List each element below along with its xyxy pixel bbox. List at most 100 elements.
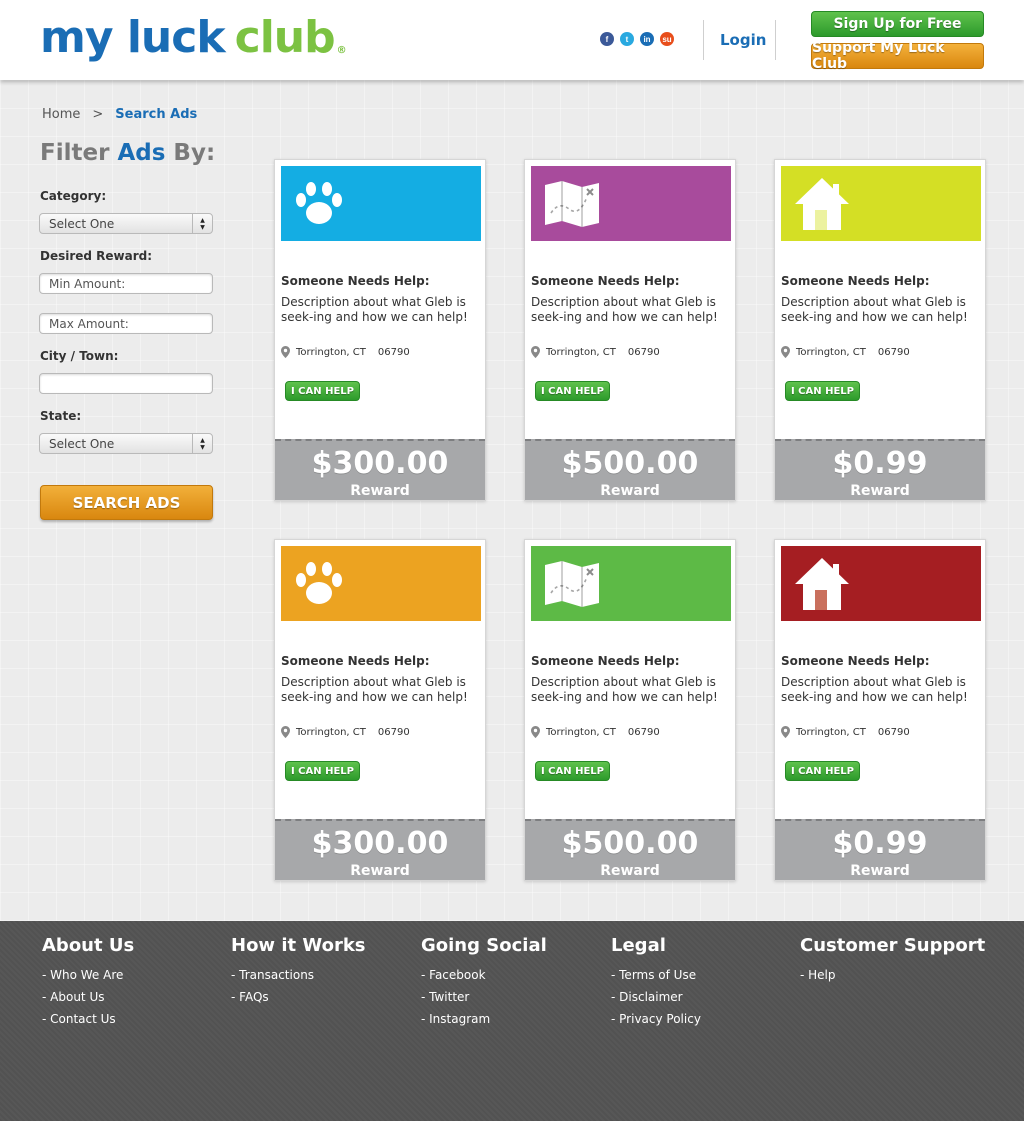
min-amount-input[interactable]: Min Amount: xyxy=(39,273,213,294)
location-pin-icon xyxy=(281,346,290,358)
i-can-help-button[interactable]: I CAN HELP xyxy=(785,381,860,401)
footer-heading: About Us xyxy=(42,935,135,956)
location-pin-icon xyxy=(781,726,790,738)
ad-card-heading: Someone Needs Help: xyxy=(281,274,430,288)
footer-link-twitter[interactable]: - Twitter xyxy=(421,986,547,1008)
ad-card-amount: $300.00 xyxy=(311,446,449,481)
ad-card-zip: 06790 xyxy=(877,346,910,358)
ad-card-location: Torrington, CT 06790 xyxy=(781,726,910,738)
ad-card-city: Torrington, CT xyxy=(796,726,866,738)
login-link[interactable]: Login xyxy=(720,31,766,49)
breadcrumb-home-link[interactable]: Home xyxy=(42,107,80,122)
logo-text-primary: my luck xyxy=(40,12,226,63)
site-logo[interactable]: my luck club ® xyxy=(40,12,347,68)
filter-title: Filter Ads By: xyxy=(40,140,215,166)
footer-link-faqs[interactable]: - FAQs xyxy=(231,986,366,1008)
i-can-help-button[interactable]: I CAN HELP xyxy=(785,761,860,781)
breadcrumb: Home > Search Ads xyxy=(42,107,197,122)
ad-card-description: Description about what Gleb is seek-ing … xyxy=(281,675,468,704)
location-pin-icon xyxy=(531,726,540,738)
ad-card-reward-label: Reward xyxy=(600,483,660,499)
ad-card[interactable]: Someone Needs Help: Description about wha… xyxy=(524,159,736,501)
i-can-help-button[interactable]: I CAN HELP xyxy=(535,761,610,781)
ad-card-image xyxy=(281,546,481,621)
stumbleupon-icon[interactable]: su xyxy=(660,32,674,46)
footer-link-help[interactable]: - Help xyxy=(800,964,985,986)
i-can-help-button[interactable]: I CAN HELP xyxy=(285,761,360,781)
ad-card-amount: $500.00 xyxy=(561,446,699,481)
i-can-help-button[interactable]: I CAN HELP xyxy=(285,381,360,401)
ad-card-city: Torrington, CT xyxy=(796,346,866,358)
ad-card-location: Torrington, CT 06790 xyxy=(781,346,910,358)
footer-link-who-we-are[interactable]: - Who We Are xyxy=(42,964,134,986)
ad-card-reward: $0.99 Reward xyxy=(775,439,985,500)
select-arrows-icon: ▲ ▼ xyxy=(192,434,212,453)
ad-card-location: Torrington, CT 06790 xyxy=(531,726,660,738)
search-ads-button[interactable]: SEARCH ADS xyxy=(40,485,213,520)
ad-card-location: Torrington, CT 06790 xyxy=(531,346,660,358)
ad-card-reward: $300.00 Reward xyxy=(275,819,485,880)
city-input[interactable] xyxy=(39,373,213,394)
linkedin-icon[interactable]: in xyxy=(640,32,654,46)
ad-card[interactable]: Someone Needs Help: Description about wha… xyxy=(774,539,986,881)
header-divider xyxy=(775,20,776,60)
header-divider xyxy=(703,20,704,60)
ad-card-city: Torrington, CT xyxy=(546,726,616,738)
ad-card-city: Torrington, CT xyxy=(546,346,616,358)
ad-card-amount: $0.99 xyxy=(832,826,928,861)
ad-card-zip: 06790 xyxy=(627,346,660,358)
paw-icon xyxy=(293,178,345,230)
ad-card-description: Description about what Gleb is seek-ing … xyxy=(781,295,968,324)
signup-button[interactable]: Sign Up for Free xyxy=(811,11,984,37)
footer-link-privacy[interactable]: - Privacy Policy xyxy=(611,1008,701,1030)
footer-heading: Legal xyxy=(611,935,666,956)
footer-link-about-us[interactable]: - About Us xyxy=(42,986,134,1008)
ad-card-heading: Someone Needs Help: xyxy=(781,654,930,668)
footer-link-transactions[interactable]: - Transactions xyxy=(231,964,366,986)
ad-card[interactable]: Someone Needs Help: Description about wha… xyxy=(274,159,486,501)
ad-card-reward-label: Reward xyxy=(350,863,410,879)
ad-card-zip: 06790 xyxy=(377,726,410,738)
house-icon xyxy=(793,556,851,612)
ad-card[interactable]: Someone Needs Help: Description about wha… xyxy=(774,159,986,501)
location-pin-icon xyxy=(531,346,540,358)
ad-card-amount: $0.99 xyxy=(832,446,928,481)
house-icon xyxy=(793,176,851,232)
footer-link-facebook[interactable]: - Facebook xyxy=(421,964,547,986)
map-icon xyxy=(543,179,601,229)
ad-card-description: Description about what Gleb is seek-ing … xyxy=(281,295,468,324)
breadcrumb-separator: > xyxy=(92,107,104,122)
footer-col-legal: Legal - Terms of Use - Disclaimer - Priv… xyxy=(611,935,701,1030)
state-select-value: Select One xyxy=(49,436,115,451)
facebook-icon[interactable]: f xyxy=(600,32,614,46)
ad-card-heading: Someone Needs Help: xyxy=(781,274,930,288)
footer-link-terms[interactable]: - Terms of Use xyxy=(611,964,701,986)
select-arrows-icon: ▲ ▼ xyxy=(192,214,212,233)
ad-card[interactable]: Someone Needs Help: Description about wha… xyxy=(274,539,486,881)
state-label: State: xyxy=(40,409,82,423)
max-amount-input[interactable]: Max Amount: xyxy=(39,313,213,334)
location-pin-icon xyxy=(781,346,790,358)
support-button[interactable]: Support My Luck Club xyxy=(811,40,984,72)
category-select[interactable]: Select One ▲ ▼ xyxy=(39,213,213,234)
ad-card-description: Description about what Gleb is seek-ing … xyxy=(531,675,718,704)
ad-card-city: Torrington, CT xyxy=(296,726,366,738)
ad-card-heading: Someone Needs Help: xyxy=(531,654,680,668)
ad-card-zip: 06790 xyxy=(627,726,660,738)
footer-link-contact-us[interactable]: - Contact Us xyxy=(42,1008,134,1030)
state-select[interactable]: Select One ▲ ▼ xyxy=(39,433,213,454)
footer-col-about: About Us - Who We Are - About Us - Conta… xyxy=(42,935,134,1030)
logo-registered-mark: ® xyxy=(336,45,347,56)
ad-card-amount: $500.00 xyxy=(561,826,699,861)
ad-card[interactable]: Someone Needs Help: Description about wha… xyxy=(524,539,736,881)
ad-card-location: Torrington, CT 06790 xyxy=(281,726,410,738)
footer-link-disclaimer[interactable]: - Disclaimer xyxy=(611,986,701,1008)
site-header: my luck club ® f t in su Login Sign Up f… xyxy=(0,0,1024,80)
ad-card-image xyxy=(781,546,981,621)
footer-link-instagram[interactable]: - Instagram xyxy=(421,1008,547,1030)
i-can-help-button[interactable]: I CAN HELP xyxy=(535,381,610,401)
twitter-icon[interactable]: t xyxy=(620,32,634,46)
category-label: Category: xyxy=(40,189,107,203)
ad-card-reward-label: Reward xyxy=(350,483,410,499)
ad-card-city: Torrington, CT xyxy=(296,346,366,358)
